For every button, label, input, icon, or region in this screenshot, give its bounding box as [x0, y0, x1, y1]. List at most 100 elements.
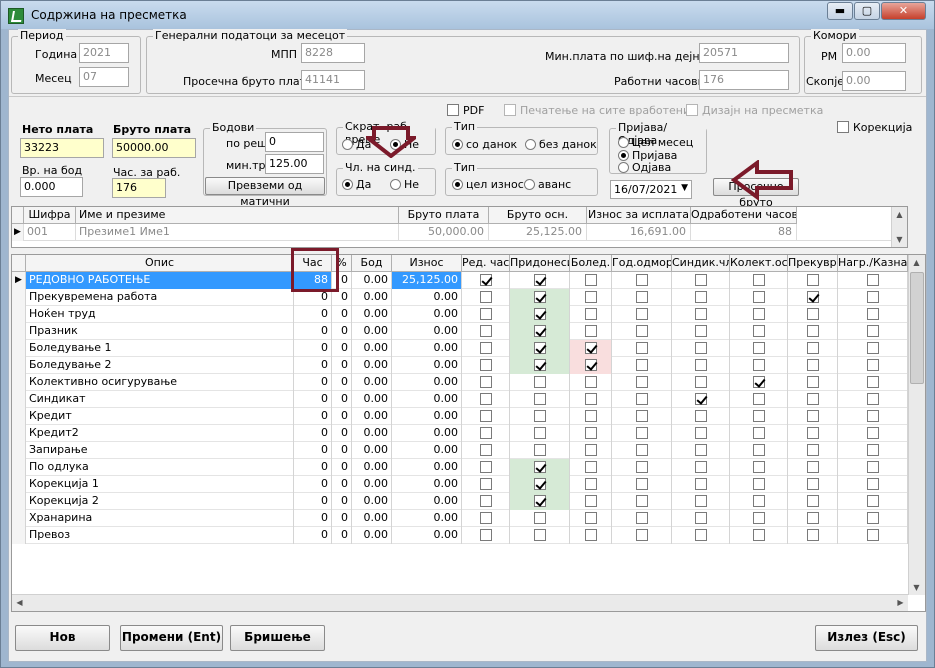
emp-col-payout[interactable]: Износ за исплата: [587, 207, 691, 224]
calc-col-header[interactable]: Бод: [352, 255, 392, 272]
row-percent[interactable]: 0: [332, 493, 352, 510]
row-flag-checkbox[interactable]: [585, 529, 597, 541]
row-flag-checkbox[interactable]: [636, 461, 648, 473]
row-amount[interactable]: 0.00: [392, 340, 462, 357]
row-percent[interactable]: 0: [332, 306, 352, 323]
with-tax-radio[interactable]: [452, 139, 463, 150]
row-flag-checkbox[interactable]: [480, 427, 492, 439]
row-flag-checkbox[interactable]: [753, 529, 765, 541]
row-flag-checkbox[interactable]: [695, 359, 707, 371]
row-flag-checkbox[interactable]: [534, 325, 546, 337]
calc-col-header[interactable]: Ред. час: [462, 255, 510, 272]
calc-row[interactable]: Боледување 1 0 0 0.00 0.00: [12, 340, 909, 357]
row-hours[interactable]: 0: [294, 357, 332, 374]
row-flag-checkbox[interactable]: [585, 393, 597, 405]
row-flag-checkbox[interactable]: [534, 529, 546, 541]
row-flag-checkbox[interactable]: [534, 308, 546, 320]
row-amount[interactable]: 0.00: [392, 442, 462, 459]
calc-col-header[interactable]: Синдик.чл.: [672, 255, 730, 272]
row-hours[interactable]: 0: [294, 391, 332, 408]
calc-col-header[interactable]: Колект.ос.: [730, 255, 788, 272]
min-labor-field[interactable]: 125.00: [265, 154, 324, 174]
calc-row[interactable]: Превоз 0 0 0.00 0.00: [12, 527, 909, 544]
row-flag-checkbox[interactable]: [636, 342, 648, 354]
row-percent[interactable]: 0: [332, 357, 352, 374]
row-flag-checkbox[interactable]: [534, 512, 546, 524]
with-tax-option[interactable]: со данок: [452, 138, 517, 151]
row-hours[interactable]: 0: [294, 510, 332, 527]
row-percent[interactable]: 0: [332, 510, 352, 527]
deregistration-option[interactable]: Одјава: [618, 161, 671, 174]
row-flag-checkbox[interactable]: [480, 393, 492, 405]
calc-row[interactable]: Хранарина 0 0 0.00 0.00: [12, 510, 909, 527]
row-points[interactable]: 0.00: [352, 493, 392, 510]
calc-row[interactable]: Корекција 1 0 0 0.00 0.00: [12, 476, 909, 493]
row-flag-checkbox[interactable]: [585, 342, 597, 354]
year-field[interactable]: 2021: [79, 43, 129, 63]
row-flag-checkbox[interactable]: [534, 376, 546, 388]
row-flag-checkbox[interactable]: [585, 359, 597, 371]
row-flag-checkbox[interactable]: [480, 529, 492, 541]
row-hours[interactable]: 0: [294, 442, 332, 459]
row-percent[interactable]: 0: [332, 459, 352, 476]
row-flag-checkbox[interactable]: [867, 410, 879, 422]
row-points[interactable]: 0.00: [352, 476, 392, 493]
min-wage-field[interactable]: 20571: [699, 43, 789, 63]
row-flag-checkbox[interactable]: [867, 495, 879, 507]
row-percent[interactable]: 0: [332, 391, 352, 408]
calc-row[interactable]: Синдикат 0 0 0.00 0.00: [12, 391, 909, 408]
row-points[interactable]: 0.00: [352, 408, 392, 425]
full-amount-option[interactable]: цел износ: [452, 178, 524, 191]
row-flag-checkbox[interactable]: [636, 393, 648, 405]
row-flag-checkbox[interactable]: [695, 512, 707, 524]
rm-field[interactable]: 0.00: [842, 43, 906, 63]
row-flag-checkbox[interactable]: [695, 376, 707, 388]
calc-row[interactable]: Кредит 0 0 0.00 0.00: [12, 408, 909, 425]
row-flag-checkbox[interactable]: [534, 478, 546, 490]
row-flag-checkbox[interactable]: [585, 512, 597, 524]
month-field[interactable]: 07: [79, 67, 129, 87]
row-flag-checkbox[interactable]: [807, 461, 819, 473]
row-flag-checkbox[interactable]: [695, 342, 707, 354]
row-flag-checkbox[interactable]: [867, 427, 879, 439]
row-percent[interactable]: 0: [332, 408, 352, 425]
calc-col-header[interactable]: Прекувр.: [788, 255, 838, 272]
design-checkbox[interactable]: Дизајн на пресметка: [686, 104, 823, 117]
row-flag-checkbox[interactable]: [807, 478, 819, 490]
row-flag-checkbox[interactable]: [807, 393, 819, 405]
row-flag-checkbox[interactable]: [636, 444, 648, 456]
row-percent[interactable]: 0: [332, 527, 352, 544]
avg-gross-field[interactable]: 41141: [301, 70, 365, 90]
full-amount-radio[interactable]: [452, 179, 463, 190]
row-flag-checkbox[interactable]: [695, 495, 707, 507]
row-flag-checkbox[interactable]: [534, 359, 546, 371]
row-hours[interactable]: 0: [294, 476, 332, 493]
row-flag-checkbox[interactable]: [636, 529, 648, 541]
row-flag-checkbox[interactable]: [636, 478, 648, 490]
row-amount[interactable]: 0.00: [392, 323, 462, 340]
emp-col-gross-base[interactable]: Бруто осн.: [489, 207, 587, 224]
row-flag-checkbox[interactable]: [807, 529, 819, 541]
scroll-thumb[interactable]: [910, 272, 924, 384]
row-flag-checkbox[interactable]: [585, 325, 597, 337]
row-flag-checkbox[interactable]: [534, 274, 546, 286]
pdf-checkbox-box[interactable]: [447, 104, 459, 116]
row-flag-checkbox[interactable]: [807, 359, 819, 371]
row-flag-checkbox[interactable]: [807, 342, 819, 354]
row-flag-checkbox[interactable]: [807, 274, 819, 286]
union-yes-radio[interactable]: [342, 179, 353, 190]
points-decision-field[interactable]: 0: [265, 132, 324, 152]
print-all-checkbox[interactable]: Печатење на сите вработени: [504, 104, 690, 117]
new-button[interactable]: Нов: [15, 625, 110, 651]
row-amount[interactable]: 0.00: [392, 459, 462, 476]
row-flag-checkbox[interactable]: [636, 291, 648, 303]
row-flag-checkbox[interactable]: [636, 325, 648, 337]
row-flag-checkbox[interactable]: [867, 529, 879, 541]
row-flag-checkbox[interactable]: [695, 393, 707, 405]
row-flag-checkbox[interactable]: [636, 308, 648, 320]
hours-for-work-field[interactable]: 176: [112, 178, 166, 198]
row-hours[interactable]: 0: [294, 425, 332, 442]
emp-col-code[interactable]: Шифра: [24, 207, 76, 224]
row-hours[interactable]: 0: [294, 493, 332, 510]
whole-month-option[interactable]: Цел месец: [618, 136, 693, 149]
